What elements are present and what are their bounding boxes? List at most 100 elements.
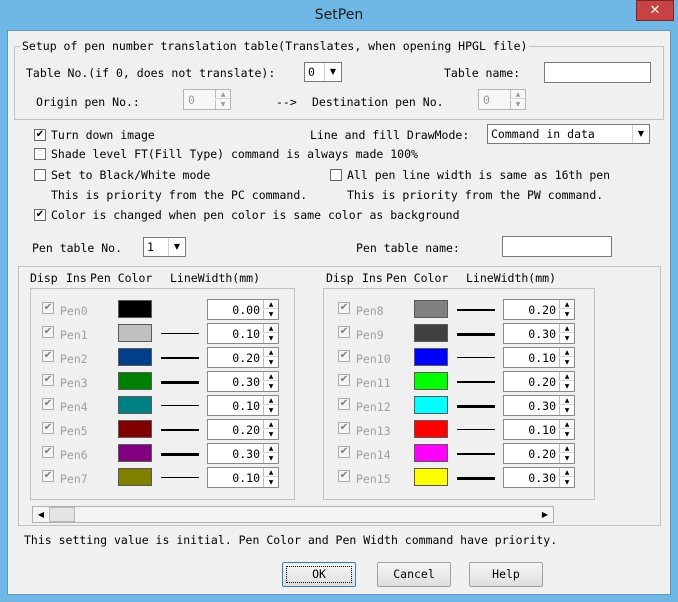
pen-disp-checkbox[interactable]: ✔: [338, 374, 350, 386]
horizontal-scrollbar[interactable]: ◀ ▶: [32, 506, 554, 523]
pen-color-swatch[interactable]: [414, 324, 448, 342]
pen16-checkbox[interactable]: [330, 169, 342, 181]
line-width-preview: [457, 333, 495, 336]
scroll-left-icon[interactable]: ◀: [33, 507, 49, 522]
line-width-spinner[interactable]: 0.20 ▲ ▼: [503, 443, 575, 464]
pen-label: Pen6: [60, 448, 88, 462]
line-width-preview: [457, 381, 495, 383]
pen-disp-checkbox[interactable]: ✔: [42, 470, 54, 482]
color-change-checkbox[interactable]: ✔: [34, 209, 46, 221]
scroll-right-icon[interactable]: ▶: [537, 507, 553, 522]
shade-checkbox[interactable]: [34, 148, 46, 160]
pen-table-no-select[interactable]: 1 ▼: [143, 237, 186, 257]
spin-down-icon: ▼: [263, 430, 278, 439]
pen-color-swatch[interactable]: [118, 420, 152, 438]
spin-down-icon: ▼: [559, 406, 574, 415]
destination-pen-value: 0: [483, 93, 490, 107]
pen-disp-checkbox[interactable]: ✔: [338, 350, 350, 362]
line-width-preview: [457, 429, 495, 430]
line-width-spinner[interactable]: 0.20 ▲ ▼: [503, 299, 575, 320]
pen-color-swatch[interactable]: [414, 396, 448, 414]
pen-color-swatch[interactable]: [414, 300, 448, 318]
scroll-thumb[interactable]: [49, 507, 75, 522]
pen-color-swatch[interactable]: [118, 348, 152, 366]
spin-up-icon: ▲: [559, 444, 574, 453]
pen-disp-checkbox[interactable]: ✔: [338, 446, 350, 458]
spin-down-icon: ▼: [263, 334, 278, 343]
line-width-spinner[interactable]: 0.20 ▲ ▼: [207, 419, 279, 440]
arrow-label: -->: [276, 95, 297, 109]
pen-disp-checkbox[interactable]: ✔: [42, 326, 54, 338]
help-button[interactable]: Help: [469, 562, 543, 587]
pen-color-swatch[interactable]: [118, 396, 152, 414]
line-width-spinner[interactable]: 0.20 ▲ ▼: [503, 371, 575, 392]
pen-disp-checkbox[interactable]: ✔: [338, 422, 350, 434]
spin-up-icon: ▲: [559, 324, 574, 333]
drawmode-select[interactable]: Command in data ▼: [487, 124, 650, 144]
line-width-spinner[interactable]: 0.30 ▲ ▼: [503, 467, 575, 488]
pen-color-swatch[interactable]: [118, 468, 152, 486]
line-width-spinner[interactable]: 0.30 ▲ ▼: [503, 395, 575, 416]
table-no-select[interactable]: 0 ▼: [304, 62, 342, 82]
line-width-spinner[interactable]: 0.30 ▲ ▼: [503, 323, 575, 344]
pen-disp-checkbox[interactable]: ✔: [42, 422, 54, 434]
line-width-spinner[interactable]: 0.10 ▲ ▼: [207, 395, 279, 416]
pen-color-swatch[interactable]: [118, 300, 152, 318]
table-name-field[interactable]: [544, 62, 651, 83]
pen-color-swatch[interactable]: [414, 348, 448, 366]
pen-label: Pen9: [356, 328, 384, 342]
pen-label: Pen11: [356, 376, 391, 390]
spin-up-icon: ▲: [559, 348, 574, 357]
pen-table-name-field[interactable]: [502, 236, 612, 257]
pen-label: Pen3: [60, 376, 88, 390]
pen-color-swatch[interactable]: [414, 444, 448, 462]
line-width-preview: [161, 429, 199, 431]
spin-up-icon: ▲: [510, 90, 525, 99]
origin-pen-spinner: 0 ▲ ▼: [183, 89, 231, 110]
spin-up-icon: ▲: [559, 468, 574, 477]
line-width-spinner[interactable]: 0.30 ▲ ▼: [207, 371, 279, 392]
pen-disp-checkbox[interactable]: ✔: [42, 302, 54, 314]
pen-color-swatch[interactable]: [118, 444, 152, 462]
pen-disp-checkbox[interactable]: ✔: [42, 398, 54, 410]
line-width-spinner[interactable]: 0.30 ▲ ▼: [207, 443, 279, 464]
line-width-value: 0.10: [232, 471, 260, 485]
line-width-spinner[interactable]: 0.10 ▲ ▼: [503, 347, 575, 368]
cancel-button[interactable]: Cancel: [377, 562, 451, 587]
line-width-spinner[interactable]: 0.10 ▲ ▼: [503, 419, 575, 440]
pen-disp-checkbox[interactable]: ✔: [42, 374, 54, 386]
pen-disp-checkbox[interactable]: ✔: [338, 326, 350, 338]
pen-disp-checkbox[interactable]: ✔: [338, 302, 350, 314]
destination-pen-label: Destination pen No.: [312, 95, 444, 109]
spin-up-icon: ▲: [263, 396, 278, 405]
pen-disp-checkbox[interactable]: ✔: [338, 398, 350, 410]
line-width-spinner[interactable]: 0.20 ▲ ▼: [207, 347, 279, 368]
pen-color-swatch[interactable]: [118, 372, 152, 390]
chevron-down-icon: ▼: [632, 125, 649, 143]
pen-disp-checkbox[interactable]: ✔: [42, 350, 54, 362]
table-no-label: Table No.(if 0, does not translate):: [26, 66, 276, 80]
pen-label: Pen2: [60, 352, 88, 366]
line-width-preview: [457, 309, 495, 311]
pen-color-swatch[interactable]: [414, 372, 448, 390]
spin-up-icon: ▲: [263, 348, 278, 357]
turn-down-checkbox[interactable]: ✔: [34, 129, 46, 141]
line-width-value: 0.20: [528, 303, 556, 317]
close-button[interactable]: ✕: [636, 0, 674, 21]
pen-color-swatch[interactable]: [414, 468, 448, 486]
pen-label: Pen0: [60, 304, 88, 318]
line-width-value: 0.10: [528, 351, 556, 365]
pen-color-swatch[interactable]: [414, 420, 448, 438]
pen-disp-checkbox[interactable]: ✔: [338, 470, 350, 482]
pen-disp-checkbox[interactable]: ✔: [42, 446, 54, 458]
bw-mode-checkbox[interactable]: [34, 169, 46, 181]
line-width-spinner[interactable]: 0.10 ▲ ▼: [207, 467, 279, 488]
spin-down-icon: ▼: [263, 478, 278, 487]
pen-color-swatch[interactable]: [118, 324, 152, 342]
line-width-spinner[interactable]: 0.10 ▲ ▼: [207, 323, 279, 344]
spin-down-icon: ▼: [510, 100, 525, 109]
pen16-note: This is priority from the PW command.: [347, 188, 604, 202]
line-width-spinner[interactable]: 0.00 ▲ ▼: [207, 299, 279, 320]
translation-group-title: Setup of pen number translation table(Tr…: [20, 39, 530, 53]
ok-button[interactable]: OK: [282, 562, 356, 587]
